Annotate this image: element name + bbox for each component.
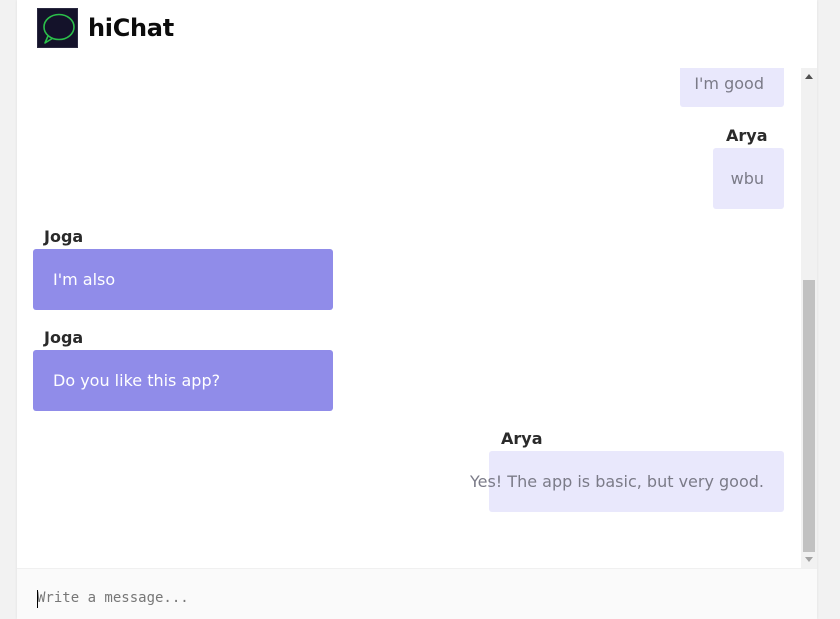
message-bubble: I'm good bbox=[680, 68, 784, 107]
message-composer bbox=[17, 568, 817, 619]
chat-bubble-icon bbox=[43, 13, 75, 44]
message-bubble: Yes! The app is basic, but very good. bbox=[470, 451, 784, 512]
message-input[interactable] bbox=[37, 587, 797, 609]
message-text: I'm also bbox=[53, 270, 116, 289]
app-title: hiChat bbox=[88, 14, 174, 42]
message-bubble: I'm also bbox=[33, 249, 333, 310]
scrollbar-thumb[interactable] bbox=[803, 280, 815, 552]
message-author: Joga bbox=[44, 227, 84, 246]
app-logo bbox=[37, 8, 78, 48]
message-text: I'm good bbox=[694, 74, 764, 93]
scroll-down-arrow-icon[interactable] bbox=[805, 557, 813, 562]
message-author: Joga bbox=[44, 328, 84, 347]
message-list-scrollbar[interactable] bbox=[801, 68, 817, 568]
message-author: Arya bbox=[726, 126, 768, 145]
message-list: I'm good Arya wbu Joga I'm also Joga Do … bbox=[17, 68, 817, 568]
message-text: Do you like this app? bbox=[53, 371, 221, 390]
message-text: Yes! The app is basic, but very good. bbox=[469, 472, 764, 491]
message-bubble: Do you like this app? bbox=[33, 350, 333, 411]
message-text: wbu bbox=[730, 169, 764, 188]
app-header: hiChat bbox=[17, 0, 817, 64]
message-author: Arya bbox=[501, 429, 543, 448]
text-caret bbox=[37, 590, 38, 608]
scroll-up-arrow-icon[interactable] bbox=[805, 74, 813, 79]
chat-app-window: hiChat I'm good Arya wbu Joga I'm also J… bbox=[17, 0, 817, 619]
message-bubble: wbu bbox=[713, 148, 784, 209]
